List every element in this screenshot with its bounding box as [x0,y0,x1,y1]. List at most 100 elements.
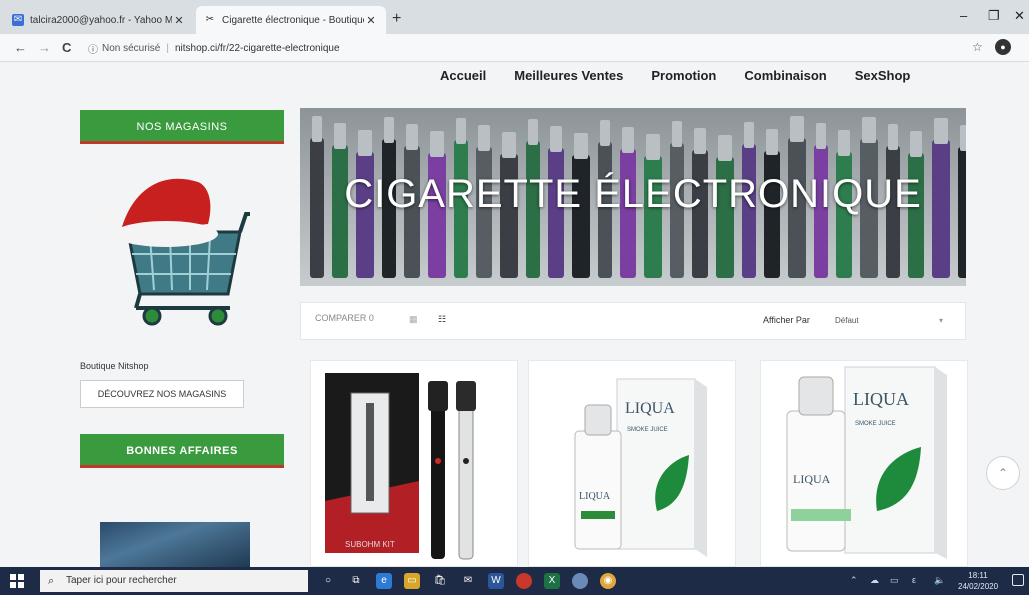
scroll-to-top-button[interactable]: ⌃ [986,456,1020,490]
mail-icon: ✉ [12,14,24,26]
tab-yahoo-mail[interactable]: ✉ talcira2000@yahoo.fr - Yahoo M ✕ [4,6,194,34]
window-close-button[interactable]: ✕ [1014,8,1025,24]
pen-tip [960,125,966,151]
chevron-up-icon[interactable]: ⌃ [850,575,858,586]
product-card[interactable]: LIQUA SMOKE JUICE LIQUA [528,360,736,567]
sort-label: Afficher Par [763,315,810,325]
maximize-button[interactable]: ❐ [988,8,1000,24]
nav-promotion[interactable]: Promotion [651,68,716,83]
close-icon[interactable]: ✕ [364,14,378,27]
store-label: Boutique Nitshop [80,361,149,371]
cortana-icon[interactable]: ○ [320,573,336,589]
back-button[interactable]: ← [14,40,27,55]
category-hero-banner: CIGARETTE ÉLECTRONIQUE [300,108,966,286]
pen-tip [816,123,826,149]
pen-tip [528,119,538,145]
taskbar-clock[interactable]: 18:11 24/02/2020 [958,570,998,592]
url-text: nitshop.ci/fr/22-cigarette-electronique [174,42,340,54]
sort-select[interactable]: Défaut ▾ [831,311,951,331]
search-placeholder: Taper ici pour rechercher [66,575,177,586]
pen-tip [934,118,948,144]
nav-meilleures-ventes[interactable]: Meilleures Ventes [514,68,623,83]
pen-tip [790,116,804,142]
bookmark-star-icon[interactable]: ☆ [972,40,983,54]
clock-time: 18:11 [968,571,988,580]
nav-accueil[interactable]: Accueil [440,68,486,83]
pen-tip [694,128,706,154]
pen-tip [574,133,588,159]
profile-avatar[interactable]: ● [995,39,1011,55]
pen-tip [312,116,322,142]
product-subtitle: SMOKE JUICE [627,427,668,433]
url-field[interactable]: ⓘ Non sécurisé | nitshop.ci/fr/22-cigare… [88,38,948,58]
deal-thumbnail-image[interactable] [100,522,250,567]
discover-stores-button[interactable]: DÉCOUVREZ NOS MAGASINS [80,380,244,408]
stores-banner[interactable]: NOS MAGASINS [80,110,284,144]
pen-tip [622,127,634,153]
deals-banner[interactable]: BONNES AFFAIRES [80,434,284,468]
pen-tip [862,117,876,143]
app-icon[interactable] [572,573,588,589]
language-icon[interactable]: ε [912,575,916,585]
forward-button[interactable]: → [38,40,51,55]
tab-label: Cigarette électronique - Boutique [222,14,364,26]
svg-text:LIQUA: LIQUA [579,491,611,502]
pen-tip [888,124,898,150]
new-tab-button[interactable]: + [392,10,401,28]
pen-tip [646,134,660,160]
product-brand: LIQUA [625,400,675,417]
cloud-icon[interactable]: ☁ [870,575,879,586]
file-explorer-icon[interactable]: ▭ [404,573,420,589]
volume-icon[interactable]: 🔈 [934,575,945,586]
app-icon[interactable] [516,573,532,589]
pen-tip [478,125,490,151]
compare-button[interactable]: COMPARER 0 [315,313,374,323]
search-icon: ⌕ [48,575,55,587]
close-icon[interactable]: ✕ [172,14,186,27]
nav-combinaison[interactable]: Combinaison [744,68,826,83]
network-icon[interactable]: ▭ [890,575,899,586]
notifications-icon[interactable] [1012,574,1024,586]
product-subtitle: SMOKE JUICE [855,421,896,427]
product-image: SUBOHM KIT [325,373,476,560]
product-card[interactable]: LIQUA SMOKE JUICE LIQUA [760,360,968,567]
pen-tip [456,118,466,144]
pen-tip [672,121,682,147]
pen-tip [358,130,372,156]
pen-tip [502,132,516,158]
product-brand: LIQUA [853,389,909,409]
pen-tip [406,124,418,150]
christmas-cart-image [97,178,250,326]
svg-text:LIQUA: LIQUA [793,472,831,486]
product-image: LIQUA SMOKE JUICE LIQUA [786,366,947,559]
taskbar-search-input[interactable]: ⌕ Taper ici pour rechercher [40,570,308,592]
excel-icon[interactable]: X [544,573,560,589]
chrome-icon[interactable]: ◉ [600,573,616,589]
product-box-label: SUBOHM KIT [345,540,395,549]
chevron-down-icon: ▾ [938,316,943,325]
mail-icon[interactable]: ✉ [460,573,476,589]
clock-date: 24/02/2020 [958,582,999,591]
site-content: Accueil Meilleures Ventes Promotion Comb… [0,62,1029,567]
divider: | [166,42,169,54]
product-image: LIQUA SMOKE JUICE LIQUA [574,378,707,557]
hero-title: CIGARETTE ÉLECTRONIQUE [344,172,922,216]
reload-button[interactable]: C [62,40,71,55]
minimize-button[interactable]: – [960,8,967,23]
task-view-icon[interactable]: ⧉ [348,573,364,589]
pen-tip [838,130,850,156]
windows-start-icon[interactable] [10,574,24,588]
store-icon[interactable]: 🛍 [432,573,448,589]
info-icon[interactable]: ⓘ [88,41,98,56]
product-card[interactable]: SUBOHM KIT [310,360,518,567]
tab-nitshop[interactable]: ✂ Cigarette électronique - Boutique ✕ [196,6,386,34]
pen-tip [430,131,444,157]
list-view-icon[interactable]: ☷ [438,314,446,325]
nav-sexshop[interactable]: SexShop [855,68,911,83]
grid-view-icon[interactable]: ▦ [409,314,418,325]
pen-tip [384,117,394,143]
windows-taskbar: ⌕ Taper ici pour rechercher ○ ⧉ e ▭ 🛍 ✉ … [0,567,1029,595]
pen-tip [910,131,922,157]
edge-icon[interactable]: e [376,573,392,589]
word-icon[interactable]: W [488,573,504,589]
